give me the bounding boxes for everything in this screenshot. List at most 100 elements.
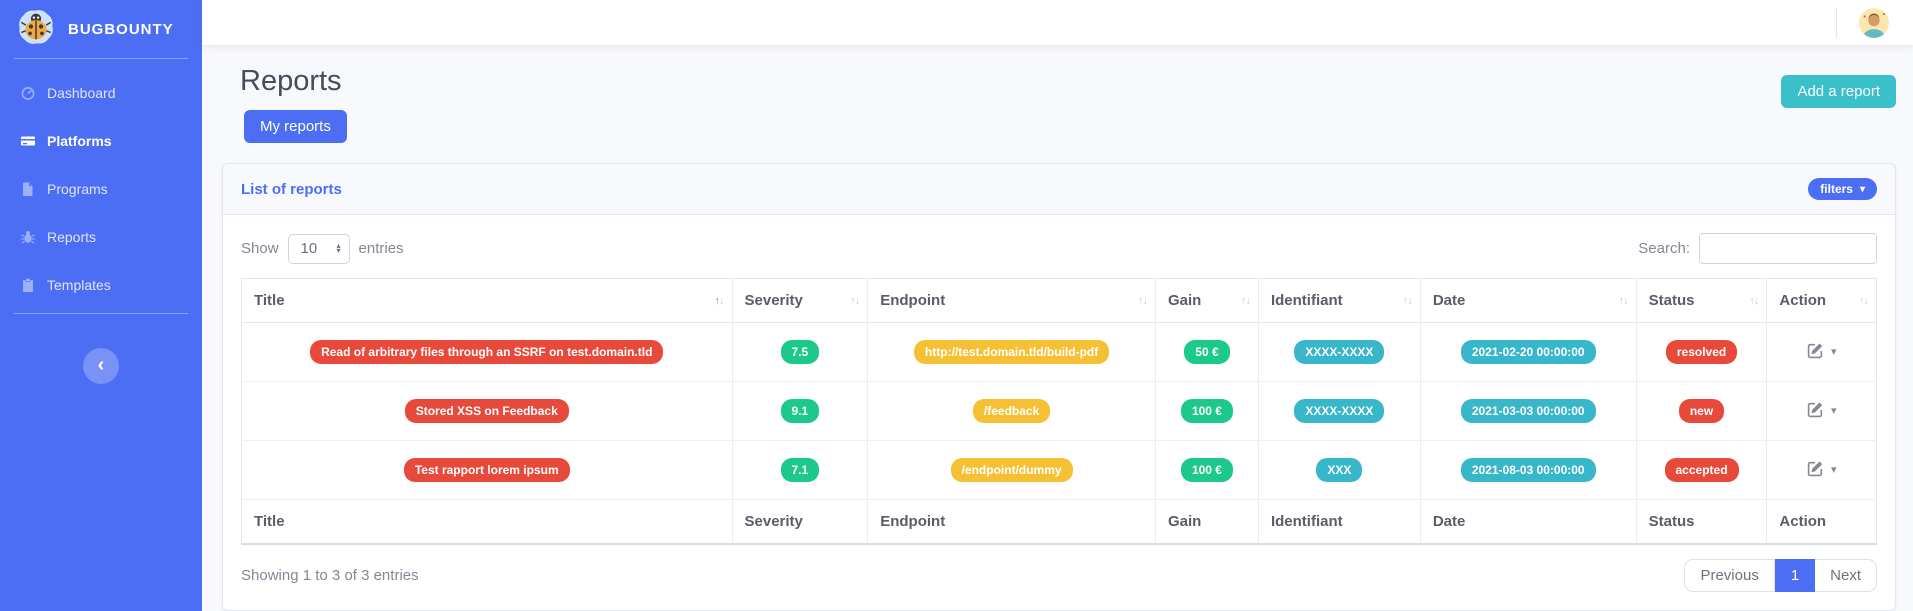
tachometer-icon: [20, 85, 36, 101]
search-input[interactable]: [1699, 233, 1877, 264]
title-badge: Read of arbitrary files through an SSRF …: [310, 340, 664, 364]
column-header-date[interactable]: Date ↑↓: [1419, 278, 1637, 323]
sidebar-item-label: Reports: [47, 229, 97, 245]
show-label: Show: [241, 240, 279, 257]
date-badge: 2021-03-03 00:00:00: [1460, 399, 1596, 423]
page-length-value: 10: [300, 240, 318, 257]
table-row: Stored XSS on Feedback 9.1 /feedback 100…: [241, 381, 1877, 441]
ladybug-logo-icon: [14, 5, 58, 53]
card-body: Show 10 ▴ ▾ entries Search: Title ↑↓ Sev…: [223, 215, 1895, 610]
topbar-divider: [1836, 7, 1837, 38]
page-length-control: Show 10 ▴ ▾ entries: [241, 233, 404, 264]
footer-column-severity: Severity: [731, 499, 868, 545]
filters-label: filters: [1820, 182, 1853, 196]
pagination-page-1-button[interactable]: 1: [1774, 559, 1816, 592]
sort-icon: ↑↓: [1859, 294, 1869, 307]
user-avatar[interactable]: [1859, 7, 1889, 38]
sidebar-item-dashboard[interactable]: Dashboard: [0, 69, 202, 117]
sidebar-item-platforms[interactable]: Platforms: [0, 117, 202, 165]
footer-column-date: Date: [1419, 499, 1637, 545]
pagination: Previous 1 Next: [1684, 559, 1877, 592]
select-arrows-icon: ▴ ▾: [336, 241, 341, 255]
sort-icon: ↑↓: [1402, 294, 1413, 307]
sidebar-nav: Dashboard Platforms Programs Reports Tem…: [0, 59, 202, 313]
sidebar-item-label: Templates: [47, 277, 111, 293]
page-title: Reports: [240, 65, 342, 97]
entries-label: entries: [358, 240, 404, 257]
edit-pencil-icon: [1807, 342, 1824, 362]
column-header-title[interactable]: Title ↑↓: [241, 278, 732, 323]
page-header: Reports Add a report: [222, 65, 1896, 110]
page-content: Reports Add a report My reports List of …: [202, 45, 1913, 611]
chevron-down-icon: ▾: [1830, 405, 1837, 417]
table-footer-row: Title Severity Endpoint Gain Identifiant…: [241, 499, 1877, 545]
card-icon: [20, 133, 36, 149]
status-badge: accepted: [1664, 458, 1739, 482]
showing-entries-text: Showing 1 to 3 of 3 entries: [241, 567, 419, 584]
footer-column-action: Action: [1766, 499, 1877, 545]
column-header-action[interactable]: Action ↑↓: [1766, 278, 1877, 323]
identifiant-badge: XXXX-XXXX: [1294, 340, 1385, 364]
chevron-down-icon: ▾: [1830, 464, 1837, 476]
title-badge: Test rapport lorem ipsum: [403, 458, 570, 482]
edit-report-button[interactable]: ▾: [1807, 401, 1837, 421]
sidebar-collapse-button[interactable]: ‹: [83, 348, 119, 384]
title-badge: Stored XSS on Feedback: [404, 399, 569, 423]
sidebar: BUGBOUNTY Dashboard Platforms Programs R…: [0, 0, 202, 611]
table-row: Read of arbitrary files through an SSRF …: [241, 322, 1877, 382]
edit-report-button[interactable]: ▾: [1807, 342, 1837, 362]
sort-icon: ↑↓: [1749, 294, 1759, 307]
footer-column-identifiant: Identifiant: [1257, 499, 1421, 545]
reports-table: Title ↑↓ Severity ↑↓ Endpoint ↑↓ Gain ↑↓ Ide…: [241, 278, 1877, 545]
pagination-next-button[interactable]: Next: [1815, 559, 1877, 592]
edit-report-button[interactable]: ▾: [1807, 460, 1837, 480]
chevron-left-icon: ‹: [97, 354, 105, 376]
reports-card: List of reports filters ▾ Show 10 ▴ ▾ en…: [222, 163, 1896, 611]
severity-badge: 7.1: [780, 458, 820, 482]
edit-pencil-icon: [1807, 401, 1824, 421]
brand[interactable]: BUGBOUNTY: [0, 0, 202, 58]
my-reports-button[interactable]: My reports: [244, 110, 347, 143]
date-badge: 2021-08-03 00:00:00: [1460, 458, 1596, 482]
endpoint-badge: /feedback: [972, 399, 1051, 423]
brand-name: BUGBOUNTY: [68, 20, 174, 38]
edit-pencil-icon: [1807, 460, 1824, 480]
sort-icon: ↑↓: [1618, 294, 1629, 307]
sort-icon: ↑↓: [850, 294, 860, 307]
pagination-previous-button[interactable]: Previous: [1684, 559, 1775, 592]
gain-badge: 100 €: [1180, 458, 1233, 482]
endpoint-badge: /endpoint/dummy: [950, 458, 1073, 482]
footer-column-endpoint: Endpoint: [867, 499, 1156, 545]
card-header: List of reports filters ▾: [223, 164, 1895, 215]
footer-column-gain: Gain: [1154, 499, 1259, 545]
sort-icon: ↑↓: [714, 294, 725, 307]
column-header-gain[interactable]: Gain ↑↓: [1154, 278, 1259, 323]
identifiant-badge: XXXX-XXXX: [1294, 399, 1385, 423]
chevron-down-icon: ▾: [1830, 346, 1837, 358]
add-report-button[interactable]: Add a report: [1781, 75, 1896, 108]
chevron-down-icon: ▾: [1859, 183, 1865, 195]
search-label: Search:: [1638, 240, 1690, 257]
severity-badge: 9.1: [780, 399, 820, 423]
sidebar-collapse-area: ‹: [0, 326, 202, 384]
sidebar-item-label: Dashboard: [47, 85, 116, 101]
date-badge: 2021-02-20 00:00:00: [1460, 340, 1596, 364]
column-header-severity[interactable]: Severity ↑↓: [731, 278, 868, 323]
sidebar-item-templates[interactable]: Templates: [0, 261, 202, 309]
table-controls: Show 10 ▴ ▾ entries Search:: [241, 233, 1877, 264]
sidebar-item-reports[interactable]: Reports: [0, 213, 202, 261]
filters-button[interactable]: filters ▾: [1808, 178, 1877, 200]
footer-column-title: Title: [241, 499, 732, 545]
footer-column-status: Status: [1635, 499, 1767, 545]
sort-icon: ↑↓: [1240, 294, 1251, 307]
column-header-identifiant[interactable]: Identifiant ↑↓: [1257, 278, 1421, 323]
column-header-status[interactable]: Status ↑↓: [1635, 278, 1767, 323]
main-area: Reports Add a report My reports List of …: [202, 0, 1913, 611]
status-badge: resolved: [1665, 340, 1738, 364]
sidebar-item-programs[interactable]: Programs: [0, 165, 202, 213]
page-length-select[interactable]: 10 ▴ ▾: [287, 233, 350, 264]
table-info-row: Showing 1 to 3 of 3 entries Previous 1 N…: [241, 559, 1877, 592]
column-header-endpoint[interactable]: Endpoint ↑↓: [867, 278, 1156, 323]
sidebar-divider-bottom: [14, 313, 188, 314]
identifiant-badge: XXX: [1316, 458, 1363, 482]
